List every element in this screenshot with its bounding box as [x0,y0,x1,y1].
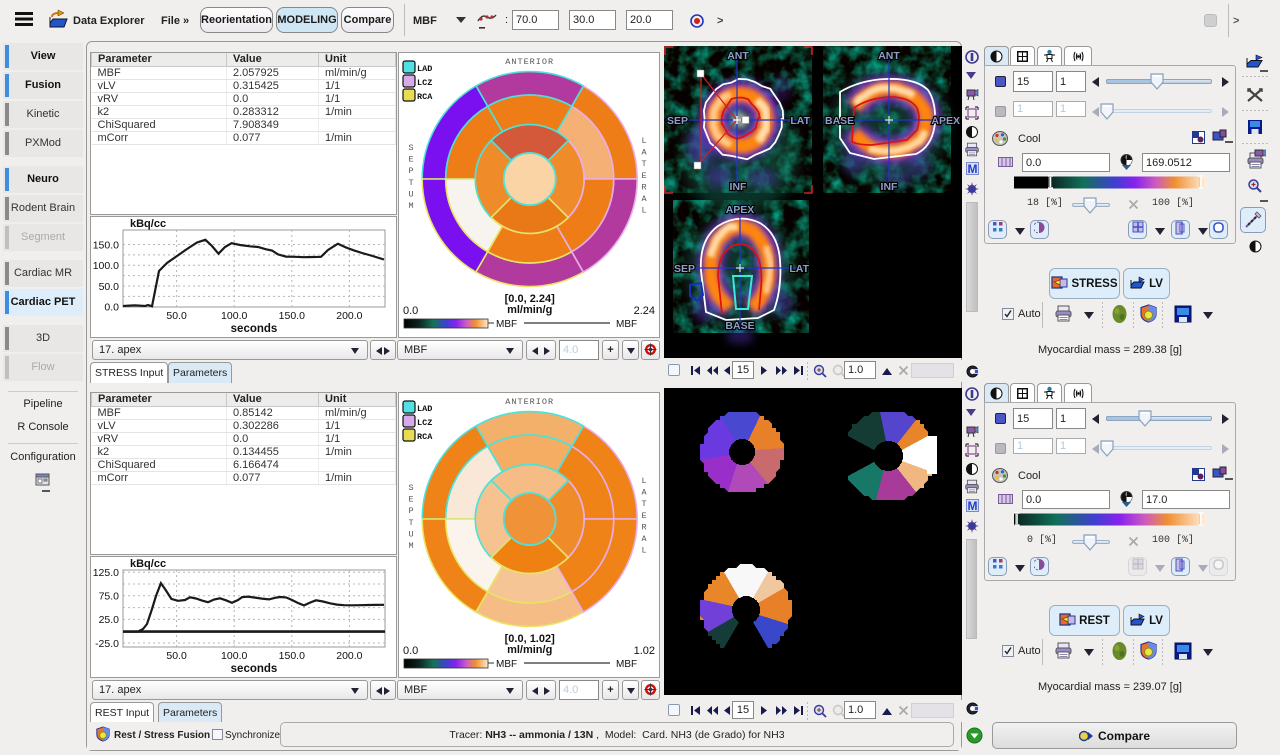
svg-text:LAD: LAD [417,404,432,414]
svg-text:E: E [641,171,646,181]
svg-text:LCZ: LCZ [417,78,432,88]
svg-text:50.0: 50.0 [166,310,187,322]
svg-text:MBF: MBF [496,319,517,330]
svg-text:150.0: 150.0 [279,650,305,662]
svg-text:R: R [641,522,646,532]
svg-text:L: L [641,206,646,216]
svg-text:S: S [408,143,413,153]
svg-text:APEX: APEX [931,115,960,127]
svg-text:25.0: 25.0 [99,614,120,626]
svg-text:kBq/cc: kBq/cc [130,558,166,570]
svg-text:A: A [641,194,647,204]
svg-text:RCA: RCA [417,432,433,442]
svg-text:P: P [408,166,413,176]
svg-text:T: T [641,499,646,509]
svg-text:R: R [641,182,646,192]
svg-text:ANTERIOR: ANTERIOR [505,57,554,67]
svg-text:LAT: LAT [790,115,810,127]
svg-text:ml/min/g: ml/min/g [507,304,552,316]
svg-text:U: U [408,189,413,199]
svg-text:kBq/cc: kBq/cc [130,218,166,230]
svg-text:RCA: RCA [417,92,433,102]
svg-text:125.0: 125.0 [93,567,119,579]
svg-text:INF: INF [730,181,748,193]
svg-text:LCZ: LCZ [417,418,432,428]
svg-text:E: E [408,155,413,165]
svg-text:150.0: 150.0 [93,239,119,251]
svg-text:L: L [641,546,646,556]
svg-text:BASE: BASE [725,320,754,332]
svg-text:100.0: 100.0 [221,310,247,322]
svg-text:T: T [408,518,413,528]
svg-text:L: L [641,136,646,146]
svg-text:SEP: SEP [674,263,695,275]
svg-text:2.24: 2.24 [634,305,655,317]
svg-text:0.0: 0.0 [403,305,418,317]
svg-text:ANT: ANT [727,50,749,62]
svg-text:LAT: LAT [789,263,809,275]
svg-text:T: T [641,159,646,169]
svg-text:200.0: 200.0 [336,310,362,322]
svg-text:1.02: 1.02 [634,645,655,657]
svg-text:MBF: MBF [616,659,637,670]
svg-text:U: U [408,529,413,539]
svg-text:ANT: ANT [878,50,900,62]
svg-text:150.0: 150.0 [279,310,305,322]
svg-text:M: M [408,201,413,211]
svg-text:A: A [641,488,647,498]
svg-text:50.0: 50.0 [99,281,120,293]
svg-text:75.0: 75.0 [99,591,120,603]
svg-text:P: P [408,506,413,516]
svg-text:50.0: 50.0 [166,650,187,662]
svg-text:M: M [408,541,413,551]
svg-text:seconds: seconds [231,663,278,675]
svg-text:MBF: MBF [616,319,637,330]
svg-text:BASE: BASE [825,115,854,127]
svg-text:-25.0: -25.0 [95,638,119,650]
svg-text:APEX: APEX [726,204,755,216]
svg-text:SEP: SEP [667,115,688,127]
svg-text:A: A [641,534,647,544]
svg-text:MBF: MBF [496,659,517,670]
svg-text:100.0: 100.0 [93,260,119,272]
svg-text:E: E [408,495,413,505]
svg-text:200.0: 200.0 [336,650,362,662]
svg-text:ANTERIOR: ANTERIOR [505,397,554,407]
svg-text:S: S [408,483,413,493]
svg-text:100.0: 100.0 [221,650,247,662]
svg-text:INF: INF [881,181,899,193]
svg-text:A: A [641,148,647,158]
svg-text:0.0: 0.0 [104,302,119,314]
svg-text:LAD: LAD [417,64,432,74]
svg-text:L: L [641,476,646,486]
svg-text:seconds: seconds [231,323,278,335]
svg-text:0.0: 0.0 [403,645,418,657]
svg-text:ml/min/g: ml/min/g [507,644,552,656]
svg-text:E: E [641,511,646,521]
svg-text:T: T [408,178,413,188]
